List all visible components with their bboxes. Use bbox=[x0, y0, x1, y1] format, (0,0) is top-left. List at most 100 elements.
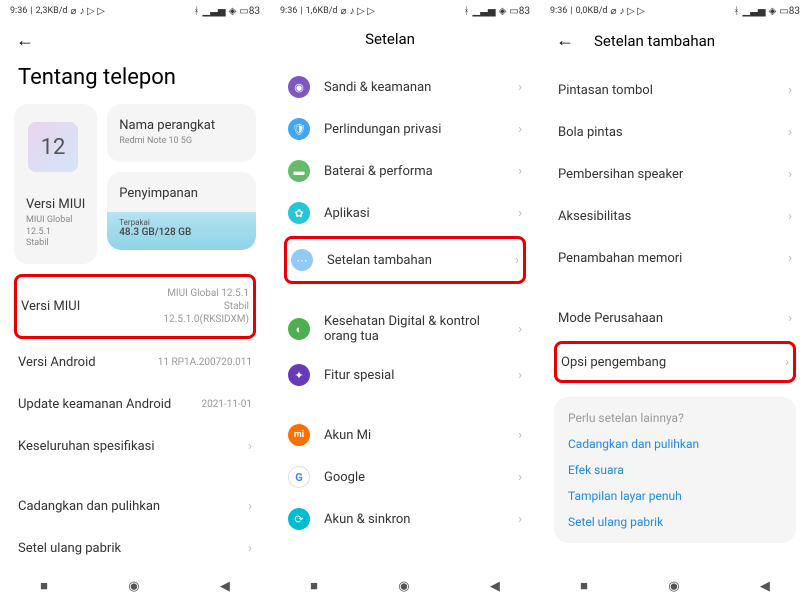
back-arrow-icon[interactable]: ← bbox=[16, 30, 34, 51]
chevron-icon: › bbox=[518, 470, 522, 485]
card-label: Versi MIUI bbox=[26, 197, 85, 212]
signal-icon: ▁▃▅ bbox=[743, 6, 766, 17]
list-label: Setelan tambahan bbox=[327, 253, 432, 268]
list-label: Baterai & performa bbox=[324, 164, 433, 179]
apps-row[interactable]: ✿Aplikasi › bbox=[284, 192, 526, 234]
list-label: Akun & sinkron bbox=[324, 512, 410, 527]
nav-recents-icon[interactable]: ■ bbox=[310, 578, 318, 594]
chevron-icon: › bbox=[788, 209, 792, 224]
quick-ball-row[interactable]: Bola pintas › bbox=[554, 111, 796, 153]
back-arrow-icon[interactable]: ← bbox=[556, 30, 574, 51]
chevron-icon: › bbox=[518, 206, 522, 221]
card-sub: MIUI Global 12.5.1 Stabil bbox=[26, 215, 85, 250]
chevron-icon: › bbox=[788, 251, 792, 266]
chevron-icon: › bbox=[515, 253, 519, 268]
list-value: 2021-11-01 bbox=[202, 399, 253, 410]
chevron-icon: › bbox=[788, 83, 792, 98]
nav-back-icon[interactable]: ◀ bbox=[490, 579, 500, 594]
nav-recents-icon[interactable]: ■ bbox=[40, 578, 48, 594]
full-specs-row[interactable]: Keseluruhan spesifikasi › bbox=[14, 425, 256, 467]
wifi-icon: ◈ bbox=[499, 6, 507, 17]
battery-icon: ▭83 bbox=[239, 6, 260, 17]
star-icon: ✦ bbox=[288, 364, 310, 386]
miui-logo-icon: 12 bbox=[28, 122, 78, 172]
dnd-icon: ⌀ bbox=[71, 6, 77, 17]
dnd-icon: ⌀ bbox=[611, 6, 617, 17]
nav-back-icon[interactable]: ◀ bbox=[760, 579, 770, 594]
page-title: Setelan bbox=[286, 30, 494, 48]
list-label: Sandi & keamanan bbox=[324, 80, 431, 95]
list-label: Perlindungan privasi bbox=[324, 122, 441, 137]
miui-version-card[interactable]: 12 Versi MIUI MIUI Global 12.5.1 Stabil bbox=[14, 104, 97, 264]
status-time: 9:36 bbox=[10, 6, 27, 16]
list-label: Kesehatan Digital & kontrol orang tua bbox=[324, 314, 484, 344]
wifi-icon: ◈ bbox=[229, 6, 237, 17]
status-bar: 9:36 | 1,6KB/d ⌀ ♪ ▷ ▷ ᚼ ▁▃▅ ◈ ▭83 bbox=[270, 0, 540, 22]
nav-home-icon[interactable]: ◉ bbox=[398, 579, 409, 594]
google-row[interactable]: GGoogle › bbox=[284, 456, 526, 498]
list-label: Google bbox=[324, 470, 365, 485]
accessibility-row[interactable]: Aksesibilitas › bbox=[554, 195, 796, 237]
digital-wellbeing-row[interactable]: ◐Kesehatan Digital & kontrol orang tua › bbox=[284, 304, 526, 354]
storage-card[interactable]: Penyimpanan Terpakai 48.3 GB/128 GB bbox=[107, 172, 256, 250]
developer-options-row[interactable]: Opsi pengembang › bbox=[554, 341, 796, 383]
android-version-row[interactable]: Versi Android 11 RP1A.200720.011 bbox=[14, 341, 256, 383]
nav-home-icon[interactable]: ◉ bbox=[668, 579, 679, 594]
factory-reset-row[interactable]: Setel ulang pabrik › bbox=[14, 527, 256, 569]
additional-settings-row[interactable]: ⋯Setelan tambahan › bbox=[284, 236, 526, 284]
password-security-row[interactable]: ◉Sandi & keamanan › bbox=[284, 66, 526, 108]
footer-link-reset[interactable]: Setel ulang pabrik bbox=[568, 515, 782, 529]
memory-extension-row[interactable]: Penambahan memori › bbox=[554, 237, 796, 279]
status-data: 2,3KB/d bbox=[36, 6, 68, 16]
wellbeing-icon: ◐ bbox=[288, 318, 310, 340]
speaker-clean-row[interactable]: Pembersihan speaker › bbox=[554, 153, 796, 195]
more-settings-box: Perlu setelan lainnya? Cadangkan dan pul… bbox=[554, 397, 796, 543]
chevron-icon: › bbox=[785, 355, 789, 370]
list-label: Setel ulang pabrik bbox=[18, 541, 121, 556]
bluetooth-icon: ᚼ bbox=[194, 6, 200, 17]
chevron-icon: › bbox=[248, 541, 252, 556]
security-update-row[interactable]: Update keamanan Android 2021-11-01 bbox=[14, 383, 256, 425]
chevron-icon: › bbox=[248, 499, 252, 514]
chevron-icon: › bbox=[788, 311, 792, 326]
footer-link-sound[interactable]: Efek suara bbox=[568, 463, 782, 477]
list-label: Aplikasi bbox=[324, 206, 370, 221]
list-value: 11 RP1A.200720.011 bbox=[158, 357, 252, 368]
page-title: Tentang telepon bbox=[0, 59, 270, 104]
list-label: Keseluruhan spesifikasi bbox=[18, 439, 155, 454]
accounts-sync-row[interactable]: ⟳Akun & sinkron › bbox=[284, 498, 526, 540]
list-label: Bola pintas bbox=[558, 125, 623, 140]
mi-account-row[interactable]: miAkun Mi › bbox=[284, 414, 526, 456]
status-time: 9:36 bbox=[280, 6, 297, 16]
button-shortcuts-row[interactable]: Pintasan tombol › bbox=[554, 69, 796, 111]
settings-panel: 9:36 | 1,6KB/d ⌀ ♪ ▷ ▷ ᚼ ▁▃▅ ◈ ▭83 Setel… bbox=[270, 0, 540, 600]
bluetooth-icon: ᚼ bbox=[464, 6, 470, 17]
privacy-row[interactable]: 🛡Perlindungan privasi › bbox=[284, 108, 526, 150]
list-label: Pintasan tombol bbox=[558, 83, 653, 98]
header: Setelan bbox=[270, 22, 540, 56]
nav-home-icon[interactable]: ◉ bbox=[128, 579, 139, 594]
nav-bar: ■ ◉ ◀ bbox=[0, 572, 270, 600]
dnd-icon: ⌀ bbox=[341, 6, 347, 17]
special-features-row[interactable]: ✦Fitur spesial › bbox=[284, 354, 526, 396]
signal-icon: ▁▃▅ bbox=[203, 6, 226, 17]
list-label: Akun Mi bbox=[324, 428, 371, 443]
nav-recents-icon[interactable]: ■ bbox=[580, 578, 588, 594]
header: ← bbox=[0, 22, 270, 59]
chevron-icon: › bbox=[518, 368, 522, 383]
nav-bar: ■ ◉ ◀ bbox=[540, 572, 810, 600]
backup-restore-row[interactable]: Cadangkan dan pulihkan › bbox=[14, 485, 256, 527]
chevron-icon: › bbox=[788, 125, 792, 140]
list-label: Versi MIUI bbox=[21, 299, 80, 314]
footer-title: Perlu setelan lainnya? bbox=[568, 411, 782, 425]
footer-link-backup[interactable]: Cadangkan dan pulihkan bbox=[568, 437, 782, 451]
device-name-card[interactable]: Nama perangkat Redmi Note 10 5G bbox=[107, 104, 256, 162]
list-label: Penambahan memori bbox=[558, 251, 682, 266]
battery-row[interactable]: ▬Baterai & performa › bbox=[284, 150, 526, 192]
status-time: 9:36 bbox=[550, 6, 567, 16]
nav-back-icon[interactable]: ◀ bbox=[220, 579, 230, 594]
card-value: Redmi Note 10 5G bbox=[119, 136, 244, 148]
miui-version-row[interactable]: Versi MIUI MIUI Global 12.5.1 Stabil 12.… bbox=[14, 274, 256, 339]
footer-link-fullscreen[interactable]: Tampilan layar penuh bbox=[568, 489, 782, 503]
enterprise-mode-row[interactable]: Mode Perusahaan › bbox=[554, 297, 796, 339]
